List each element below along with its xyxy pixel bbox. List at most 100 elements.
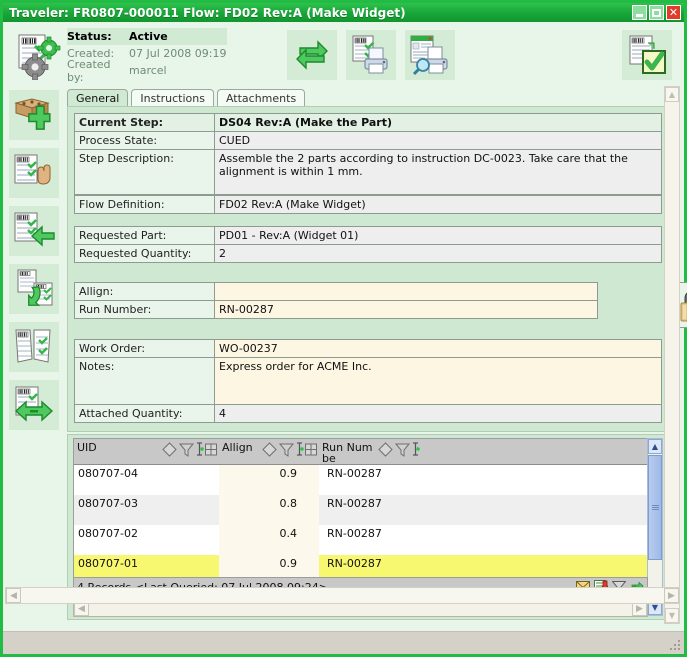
scrollbar-thumb[interactable] [648, 455, 662, 560]
scroll-up-button[interactable]: ▲ [648, 439, 662, 454]
complete-step-button[interactable] [622, 30, 672, 80]
cell-run-number: RN-00287 [327, 467, 382, 480]
field-notes[interactable]: Notes: Express order for ACME Inc. [75, 358, 661, 405]
field-label: Requested Quantity: [75, 245, 215, 262]
field-value: PD01 - Rev:A (Widget 01) [215, 227, 661, 244]
document-hand-icon [14, 154, 51, 185]
text-cursor-icon[interactable] [195, 441, 204, 458]
tab-instructions[interactable]: Instructions [131, 89, 214, 106]
left-toolbar [9, 90, 61, 438]
status-row: Status: Active [67, 28, 227, 45]
add-part-button[interactable] [9, 90, 59, 140]
field-allign[interactable]: Allign: [75, 283, 597, 301]
grid-columns-icon[interactable] [304, 441, 318, 458]
diamond-sort-icon[interactable] [377, 441, 394, 458]
document-double-arrow-icon [14, 386, 54, 422]
window-controls: ✕ [632, 5, 681, 20]
hold-traveler-button[interactable] [9, 148, 59, 198]
document-printer-preview-icon [410, 35, 448, 76]
page-scroll-down-button[interactable]: ▼ [665, 608, 679, 623]
grid-header-row: UID Allign Run Numbe [74, 439, 647, 465]
text-cursor-icon[interactable] [295, 441, 304, 458]
page-scroll-right-button[interactable]: ▶ [664, 588, 679, 603]
column-label: Run Numbe [322, 441, 373, 464]
field-label: Process State: [75, 132, 215, 149]
column-controls [161, 441, 218, 458]
page-scroll-left-button[interactable]: ◀ [6, 588, 21, 603]
created-by-label: Created by: [67, 57, 111, 84]
refresh-button[interactable] [287, 30, 337, 80]
minimize-button[interactable] [632, 5, 647, 20]
field-requested-part: Requested Part: PD01 - Rev:A (Widget 01) [75, 227, 661, 245]
document-cycle-arrow-icon [17, 269, 53, 306]
content-pane: Status: Active Created: 07 Jul 2008 09:1… [3, 22, 687, 628]
field-work-order[interactable]: Work Order: WO-00237 [75, 340, 661, 358]
cell-run-number: RN-00287 [327, 497, 382, 510]
field-value: 2 [215, 245, 661, 262]
table-row[interactable]: 080707-04 0.9 RN-00287 [74, 465, 647, 495]
tab-attachments[interactable]: Attachments [216, 89, 306, 106]
close-icon: ✕ [668, 6, 679, 19]
table-row[interactable]: 080707-03 0.8 RN-00287 [74, 495, 647, 525]
tab-bar: General Instructions Attachments [67, 88, 667, 106]
cell-uid: 080707-03 [78, 497, 138, 510]
field-label: Current Step: [75, 114, 215, 131]
funnel-filter-icon[interactable] [178, 441, 195, 458]
work-order-group: Work Order: WO-00237 Notes: Express orde… [74, 339, 662, 423]
refresh-arrows-icon [296, 40, 328, 70]
document-left-arrow-icon [14, 212, 55, 247]
document-printer-icon [352, 35, 388, 74]
move-button[interactable] [9, 380, 59, 430]
column-header-uid[interactable]: UID [74, 439, 219, 464]
document-checkmark-icon [629, 35, 666, 74]
move-back-button[interactable] [9, 206, 59, 256]
field-value: FD02 Rev:A (Make Widget) [215, 196, 661, 213]
page-vertical-scrollbar[interactable]: ▲ ▼ [664, 86, 680, 624]
field-label: Work Order: [75, 340, 215, 357]
field-attached-quantity: Attached Quantity: 4 [75, 405, 661, 422]
work-order-input[interactable]: WO-00237 [215, 340, 661, 357]
print-traveler-button[interactable] [346, 30, 396, 80]
funnel-filter-icon[interactable] [394, 441, 411, 458]
field-run-number[interactable]: Run Number: RN-00287 [75, 301, 597, 318]
field-value: 4 [215, 405, 661, 422]
allign-input[interactable] [215, 283, 597, 300]
minimize-icon [636, 14, 643, 17]
column-controls [377, 441, 420, 458]
print-preview-button[interactable] [405, 30, 455, 80]
page-scroll-up-button[interactable]: ▲ [665, 87, 679, 102]
status-info-grid: Status: Active Created: 07 Jul 2008 09:1… [67, 28, 227, 84]
close-button[interactable]: ✕ [666, 5, 681, 20]
cell-allign: 0.9 [219, 465, 319, 495]
table-row[interactable]: 080707-02 0.4 RN-00287 [74, 525, 647, 555]
diamond-sort-icon[interactable] [261, 441, 278, 458]
text-cursor-icon[interactable] [411, 441, 420, 458]
split-traveler-button[interactable] [9, 322, 59, 372]
field-label: Requested Part: [75, 227, 215, 244]
field-label: Notes: [75, 358, 215, 404]
field-label: Run Number: [75, 301, 215, 318]
general-tab-panel: Current Step: DS04 Rev:A (Make the Part)… [67, 106, 687, 432]
status-label: Status: [67, 30, 112, 43]
field-current-step: Current Step: DS04 Rev:A (Make the Part) [75, 114, 661, 132]
header-section: Status: Active Created: 07 Jul 2008 09:1… [11, 26, 676, 84]
rework-button[interactable] [9, 264, 59, 314]
field-flow-definition: Flow Definition: FD02 Rev:A (Make Widget… [75, 196, 661, 213]
cell-allign: 0.8 [219, 495, 319, 525]
field-label: Flow Definition: [75, 196, 215, 213]
field-value: CUED [215, 132, 661, 149]
funnel-filter-icon[interactable] [278, 441, 295, 458]
requested-part-group: Requested Part: PD01 - Rev:A (Widget 01)… [74, 226, 662, 263]
window-status-bar [3, 631, 684, 654]
field-step-description: Step Description: Assemble the 2 parts a… [75, 150, 661, 194]
notes-input[interactable]: Express order for ACME Inc. [215, 358, 661, 404]
page-horizontal-scrollbar[interactable]: ◀ ▶ [5, 587, 680, 604]
run-number-input[interactable]: RN-00287 [215, 301, 597, 318]
diamond-sort-icon[interactable] [161, 441, 178, 458]
column-header-run-number[interactable]: Run Numbe [319, 439, 479, 464]
maximize-button[interactable] [649, 5, 664, 20]
resize-grip-icon[interactable] [669, 640, 681, 652]
grid-columns-icon[interactable] [204, 441, 218, 458]
tab-general[interactable]: General [67, 89, 129, 106]
column-header-allign[interactable]: Allign [219, 439, 319, 464]
